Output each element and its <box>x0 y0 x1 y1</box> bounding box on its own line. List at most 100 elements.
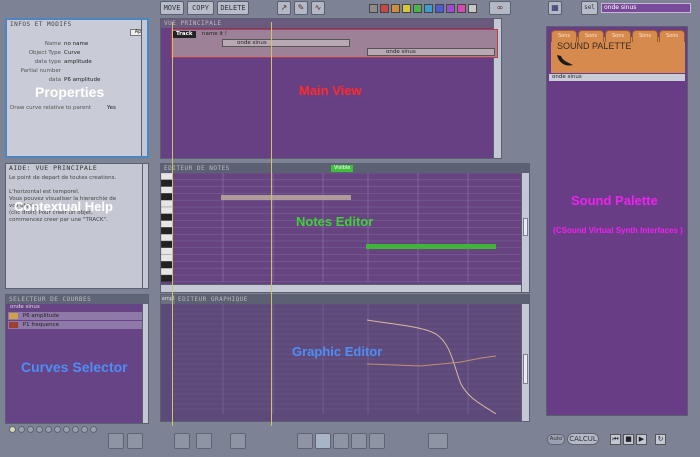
property-row[interactable]: data type amplitude <box>7 58 147 66</box>
curves-selector-panel: SELECTEUR DE COURBES onde sinus P6 ampli… <box>5 294 149 424</box>
notes-scrollbar[interactable] <box>521 173 529 292</box>
help-scrollbar[interactable] <box>142 164 148 288</box>
object-block[interactable]: onde sinus <box>367 48 495 56</box>
selected-object-field[interactable]: onde sinus <box>601 3 691 13</box>
object-label: onde sinus <box>237 40 267 46</box>
color-swatch[interactable] <box>391 4 400 13</box>
graph-canvas[interactable] <box>161 304 521 414</box>
page-dot[interactable] <box>45 426 52 433</box>
stop-icon[interactable]: ■ <box>623 434 634 445</box>
palette-tab[interactable]: Sons <box>659 30 685 42</box>
page-dot[interactable] <box>27 426 34 433</box>
property-row[interactable]: data P6 amplitude <box>7 76 147 84</box>
property-row[interactable]: Name no name <box>7 40 147 48</box>
palette-tab[interactable]: Sons <box>605 30 631 42</box>
page-dot[interactable] <box>54 426 61 433</box>
page-dot[interactable] <box>18 426 25 433</box>
palette-item[interactable]: onde sinus <box>549 74 685 81</box>
expand-icon[interactable] <box>428 433 448 449</box>
curve-item-label: P6 amplitude <box>22 313 60 319</box>
property-key: Partial number <box>20 68 62 74</box>
help-line: L'horizontal est temporel. <box>9 189 80 195</box>
calcul-button[interactable]: CALCUL <box>567 433 599 445</box>
grid-icon[interactable]: ▦ <box>548 1 562 15</box>
pencil-icon[interactable] <box>315 433 331 449</box>
link-tool-icon[interactable]: ∞ <box>489 1 511 15</box>
track-name: name it ! <box>202 31 227 37</box>
rewind-icon[interactable]: ⏮ <box>610 434 621 445</box>
properties-scrollbar[interactable] <box>141 20 147 156</box>
arrow-tool-icon[interactable]: ↗ <box>277 1 291 15</box>
color-swatch[interactable] <box>457 4 466 13</box>
property-value: amplitude <box>64 59 92 65</box>
note-bar <box>221 195 351 200</box>
auto-button[interactable]: Auto <box>547 434 565 445</box>
page-dot[interactable] <box>72 426 79 433</box>
graphic-editor-panel: EDITEUR GRAPHIQUE ampl Graphic Editor <box>160 294 530 422</box>
help-title: AIDE: VUE PRINCIPALE <box>9 164 98 172</box>
graph-scrollbar[interactable] <box>521 304 529 421</box>
move-tool-icon[interactable] <box>351 433 367 449</box>
color-swatch[interactable] <box>468 4 477 13</box>
align-tool-icon[interactable] <box>369 433 385 449</box>
page-dot[interactable] <box>9 426 16 433</box>
color-swatch[interactable] <box>369 4 378 13</box>
select-button[interactable]: sel <box>581 1 598 15</box>
select-tool-icon[interactable] <box>333 433 349 449</box>
page-dot[interactable] <box>90 426 97 433</box>
loop-icon[interactable]: ↻ <box>655 434 666 445</box>
cursor-line-end <box>271 22 272 426</box>
help-panel: AIDE: VUE PRINCIPALE Le point de depart … <box>5 163 149 289</box>
play-icon[interactable]: ▶ <box>636 434 647 445</box>
object-label: onde sinus <box>386 49 416 55</box>
property-key: Name <box>44 41 61 47</box>
frequency-curve <box>366 355 497 367</box>
palette-tab[interactable]: Sons <box>551 30 577 42</box>
track-label: Track <box>173 31 196 38</box>
page-dot[interactable] <box>63 426 70 433</box>
curve-tool-icon[interactable]: ∿ <box>311 1 325 15</box>
curve-color-chip <box>9 313 18 319</box>
property-row[interactable]: Draw curve relative to parent Yes <box>7 104 147 112</box>
measure-icon[interactable] <box>230 433 246 449</box>
color-swatch[interactable] <box>435 4 444 13</box>
grid-snap-icon[interactable] <box>196 433 212 449</box>
sound-palette-panel: SOUND PALETTE onde sinus Sound Palette (… <box>546 26 688 416</box>
visible-badge[interactable]: Visible <box>331 165 354 172</box>
page-dot[interactable] <box>81 426 88 433</box>
note-bar <box>366 244 496 249</box>
track-object[interactable]: Track name it ! onde sinus onde sinus <box>171 29 498 58</box>
move-button[interactable]: MOVE <box>160 1 184 15</box>
curve-item[interactable]: P1 frequence <box>8 321 146 329</box>
notes-hscrollbar[interactable] <box>161 284 521 292</box>
palette-logo-icon <box>557 55 573 66</box>
property-row[interactable]: Object Type Curve <box>7 49 147 57</box>
curves-scrollbar[interactable] <box>142 304 148 423</box>
curves-header: onde sinus <box>10 304 40 310</box>
property-key: data <box>48 77 61 83</box>
color-swatch[interactable] <box>402 4 411 13</box>
palette-tab[interactable]: Sons <box>632 30 658 42</box>
graph-scroll-thumb[interactable] <box>523 354 528 384</box>
object-block[interactable]: onde sinus <box>222 39 350 47</box>
pencil-tool-icon[interactable]: ✎ <box>294 1 308 15</box>
main-view-overlay-label: Main View <box>299 83 362 98</box>
palette-title: SOUND PALETTE <box>557 41 632 51</box>
copy-button[interactable]: COPY <box>187 1 214 15</box>
property-row[interactable]: Partial number <box>7 67 147 75</box>
color-swatch[interactable] <box>446 4 455 13</box>
notes-editor-panel: EDITEUR DE NOTES Visible Notes Editor <box>160 163 530 293</box>
cursor-line-start <box>172 22 173 426</box>
color-swatch[interactable] <box>413 4 422 13</box>
delete-button[interactable]: DELETE <box>217 1 249 15</box>
palette-tab[interactable]: Sons <box>578 30 604 42</box>
curve-item[interactable]: P6 amplitude <box>8 312 146 320</box>
zoom-in-icon[interactable] <box>108 433 124 449</box>
line-tool-icon[interactable] <box>297 433 313 449</box>
page-dot[interactable] <box>36 426 43 433</box>
notes-scroll-thumb[interactable] <box>523 218 528 236</box>
color-swatch[interactable] <box>424 4 433 13</box>
color-swatch[interactable] <box>380 4 389 13</box>
fit-icon[interactable] <box>174 433 190 449</box>
zoom-out-icon[interactable] <box>127 433 143 449</box>
